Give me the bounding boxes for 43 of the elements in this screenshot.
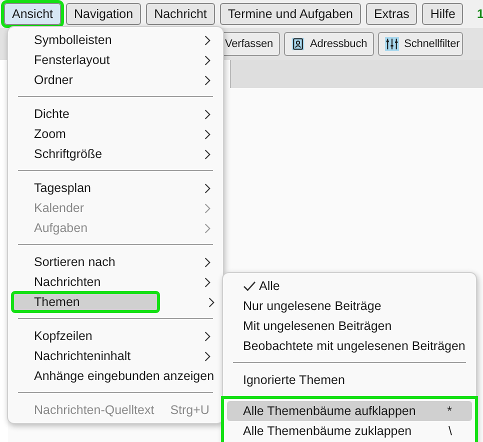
chevron-right-icon: [204, 276, 211, 288]
menu-bar-item[interactable]: Hilfe: [422, 3, 464, 25]
menu-item[interactable]: Sortieren nach: [12, 252, 219, 272]
sliders-icon: [385, 37, 400, 51]
chevron-right-icon: [204, 256, 211, 268]
chevron-right-icon: [204, 182, 211, 194]
menu-item[interactable]: Mit ungelesenen Beiträgen: [227, 316, 472, 336]
chevron-right-icon: [204, 34, 211, 46]
menu-item[interactable]: Anhänge eingebunden anzeigen: [12, 366, 219, 386]
menu-item[interactable]: Ignorierte Themen: [227, 370, 472, 390]
menu-item[interactable]: Dichte: [12, 104, 219, 124]
chevron-right-icon: [204, 128, 211, 140]
menu-item[interactable]: Zoom: [12, 124, 219, 144]
menu-item[interactable]: Nur ungelesene Beiträge: [227, 296, 472, 316]
menu-item[interactable]: Kopfzeilen: [12, 326, 219, 346]
toolbar-button[interactable]: Adressbuch: [284, 32, 374, 56]
menu-item[interactable]: Symbolleisten: [12, 30, 219, 50]
menu-item[interactable]: Nachrichteninhalt: [12, 346, 219, 366]
menu-item[interactable]: Alle: [227, 276, 472, 296]
menu-bar-item[interactable]: Termine und Aufgaben: [220, 3, 361, 25]
chevron-right-icon: [204, 222, 211, 234]
chevron-right-icon: [204, 202, 211, 214]
chevron-right-icon: [204, 108, 211, 120]
menu-bar-item[interactable]: Extras: [366, 3, 418, 25]
menu-item[interactable]: Alle Themenbäume aufklappen *: [227, 401, 472, 421]
menu-bar-item[interactable]: Nachricht: [146, 3, 215, 25]
menu-item[interactable]: Alle Themenbäume zuklappen \: [227, 421, 472, 441]
menu-bar-item[interactable]: Navigation: [66, 3, 142, 25]
menu-item[interactable]: Fensterlayout: [12, 50, 219, 70]
chevron-right-icon: [204, 350, 211, 362]
menu-item[interactable]: Nachrichten: [12, 272, 219, 292]
chevron-right-icon: [204, 148, 211, 160]
menu-item[interactable]: Ordner: [12, 70, 219, 90]
address-book-icon: [291, 37, 306, 51]
chevron-right-icon: [204, 330, 211, 342]
menu-item[interactable]: Schriftgröße: [12, 144, 219, 164]
menu-item[interactable]: Tagesplan: [12, 178, 219, 198]
menu-item[interactable]: Beobachtete mit ungelesenen Beiträgen: [227, 336, 472, 356]
chevron-right-icon: [204, 54, 211, 66]
chevron-right-icon: [204, 74, 211, 86]
chevron-right-icon: [208, 296, 215, 308]
menu-bar-item[interactable]: Ansicht: [4, 3, 61, 25]
toolbar-button[interactable]: Schnellfilter: [378, 32, 463, 56]
